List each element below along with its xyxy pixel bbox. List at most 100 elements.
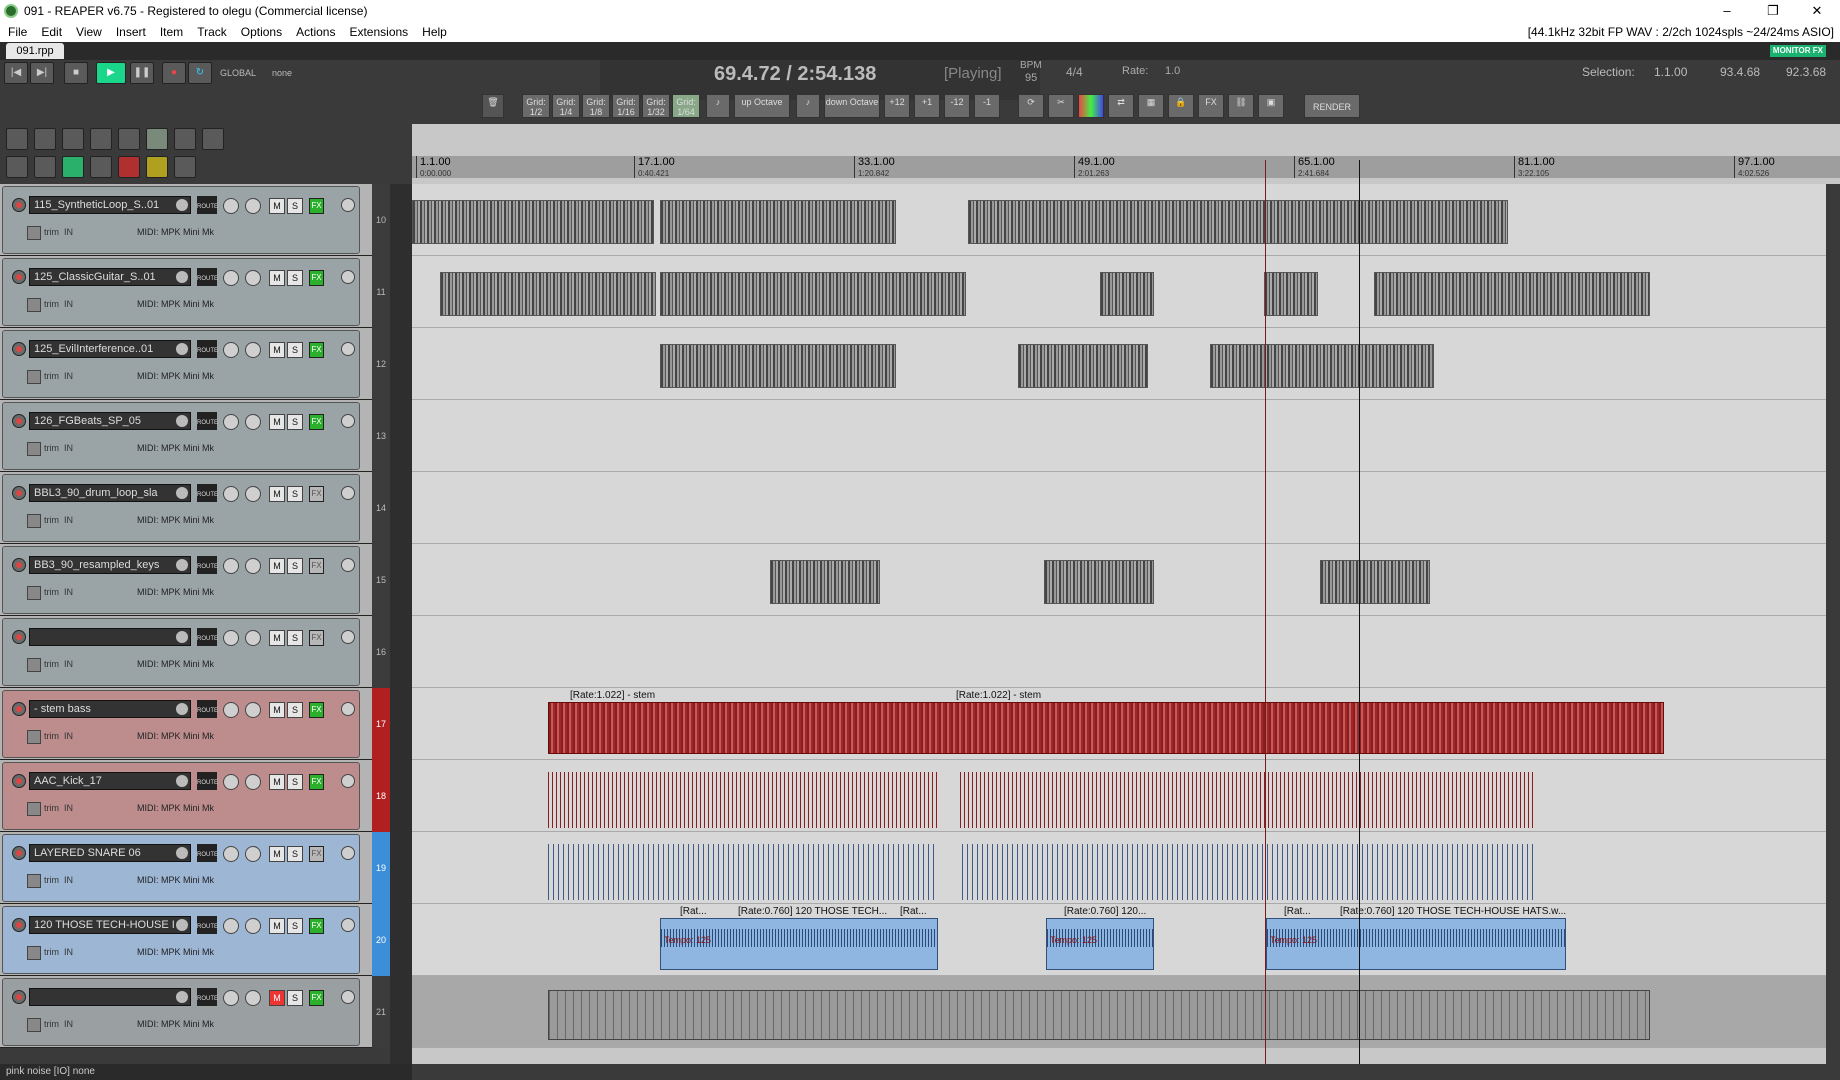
- global-automation-label[interactable]: GLOBAL: [220, 68, 256, 78]
- track-15[interactable]: BB3_90_resampled_keys ROUTE M S FX trim …: [0, 544, 372, 616]
- lane-10[interactable]: [412, 184, 1840, 256]
- record-arm-button[interactable]: [12, 774, 26, 788]
- project-tab[interactable]: 091.rpp: [6, 43, 64, 59]
- track-10[interactable]: 115_SyntheticLoop_S..01 ROUTE M S FX tri…: [0, 184, 372, 256]
- midi-icon[interactable]: [118, 156, 140, 178]
- envelope-icon[interactable]: [27, 585, 41, 600]
- media-item-kick[interactable]: [548, 772, 938, 828]
- render-button[interactable]: RENDER: [1304, 94, 1360, 118]
- track-volume-icon[interactable]: [176, 919, 188, 931]
- record-button[interactable]: ●: [162, 62, 186, 84]
- plus-one-button[interactable]: +1: [914, 94, 940, 118]
- cursor-icon[interactable]: [202, 128, 224, 150]
- envelope-icon[interactable]: [27, 1017, 41, 1032]
- media-item-snare[interactable]: [548, 844, 938, 900]
- media-item[interactable]: [1264, 272, 1318, 316]
- solo-button[interactable]: S: [287, 558, 303, 574]
- fx-chain-icon[interactable]: ⛓: [1228, 94, 1254, 118]
- menu-help[interactable]: Help: [415, 22, 454, 42]
- pan-knob[interactable]: [245, 558, 261, 574]
- fx-button[interactable]: FX: [309, 198, 324, 214]
- route-button[interactable]: ROUTE: [197, 556, 218, 574]
- menu-options[interactable]: Options: [234, 22, 289, 42]
- track-volume-icon[interactable]: [176, 343, 188, 355]
- phase-icon[interactable]: [341, 270, 355, 284]
- fx-button[interactable]: FX: [309, 702, 324, 718]
- midi-input[interactable]: MIDI: MPK Mini Mk: [137, 872, 214, 888]
- track-volume-icon[interactable]: [176, 559, 188, 571]
- envelope-icon[interactable]: [27, 297, 41, 312]
- volume-knob[interactable]: [223, 342, 239, 358]
- mute-button[interactable]: M: [269, 558, 285, 574]
- minus-twelve-button[interactable]: -12: [944, 94, 970, 118]
- pan-knob[interactable]: [245, 702, 261, 718]
- close-button[interactable]: ✕: [1794, 0, 1840, 22]
- midi-input[interactable]: MIDI: MPK Mini Mk: [137, 584, 214, 600]
- volume-knob[interactable]: [223, 558, 239, 574]
- pan-knob[interactable]: [245, 270, 261, 286]
- midi-input[interactable]: MIDI: MPK Mini Mk: [137, 944, 214, 960]
- solo-button[interactable]: S: [287, 918, 303, 934]
- track-name[interactable]: [29, 988, 191, 1006]
- fx-button[interactable]: FX: [1198, 94, 1224, 118]
- fx-button[interactable]: FX: [309, 558, 324, 574]
- solo-button[interactable]: S: [287, 342, 303, 358]
- fx-button[interactable]: FX: [309, 630, 324, 646]
- record-arm-button[interactable]: [12, 990, 26, 1004]
- track-name[interactable]: 126_FGBeats_SP_05: [29, 412, 191, 430]
- global-automation-value[interactable]: none: [272, 68, 292, 78]
- cut-icon[interactable]: ✂: [1048, 94, 1074, 118]
- vertical-scrollbar[interactable]: [1826, 184, 1840, 1066]
- track-volume-icon[interactable]: [176, 991, 188, 1003]
- volume-knob[interactable]: [223, 198, 239, 214]
- track-name[interactable]: BB3_90_resampled_keys: [29, 556, 191, 574]
- fx-button[interactable]: FX: [309, 774, 324, 790]
- lock-toggle-icon[interactable]: [90, 156, 112, 178]
- route-button[interactable]: ROUTE: [197, 268, 218, 286]
- midi-input[interactable]: MIDI: MPK Mini Mk: [137, 440, 214, 456]
- track-name[interactable]: 115_SyntheticLoop_S..01: [29, 196, 191, 214]
- auto-crossfade-icon[interactable]: [146, 156, 168, 178]
- plus-twelve-button[interactable]: +12: [884, 94, 910, 118]
- snap-icon[interactable]: [174, 128, 196, 150]
- record-arm-button[interactable]: [12, 702, 26, 716]
- pan-knob[interactable]: [245, 918, 261, 934]
- media-item[interactable]: [770, 560, 880, 604]
- lane-16[interactable]: [412, 616, 1840, 688]
- selection-start[interactable]: 1.1.00: [1654, 65, 1687, 79]
- record-arm-button[interactable]: [12, 270, 26, 284]
- group-icon[interactable]: ▦: [1138, 94, 1164, 118]
- record-arm-button[interactable]: [12, 342, 26, 356]
- mute-button[interactable]: M: [269, 774, 285, 790]
- phase-icon[interactable]: [341, 702, 355, 716]
- solo-button[interactable]: S: [287, 198, 303, 214]
- route-button[interactable]: ROUTE: [197, 340, 218, 358]
- route-button[interactable]: ROUTE: [197, 772, 218, 790]
- media-item[interactable]: [1018, 344, 1148, 388]
- media-item-kick[interactable]: [960, 772, 1534, 828]
- menu-insert[interactable]: Insert: [109, 22, 153, 42]
- selection-length[interactable]: 92.3.68: [1786, 65, 1826, 79]
- midi-input[interactable]: MIDI: MPK Mini Mk: [137, 368, 214, 384]
- color-icon[interactable]: [1078, 94, 1104, 118]
- volume-knob[interactable]: [223, 270, 239, 286]
- route-button[interactable]: ROUTE: [197, 844, 218, 862]
- media-item-hats[interactable]: Tempo: 125: [660, 918, 938, 970]
- solo-button[interactable]: S: [287, 414, 303, 430]
- track-17[interactable]: - stem bass ROUTE M S FX trim IN MIDI: M…: [0, 688, 372, 760]
- midi-input[interactable]: MIDI: MPK Mini Mk: [137, 656, 214, 672]
- media-item-hats[interactable]: Tempo: 125: [1266, 918, 1566, 970]
- midi-input[interactable]: MIDI: MPK Mini Mk: [137, 800, 214, 816]
- phase-icon[interactable]: [341, 918, 355, 932]
- menu-edit[interactable]: Edit: [34, 22, 69, 42]
- menu-track[interactable]: Track: [190, 22, 234, 42]
- pan-knob[interactable]: [245, 630, 261, 646]
- envelope-icon[interactable]: [27, 369, 41, 384]
- midi-input[interactable]: MIDI: MPK Mini Mk: [137, 1016, 214, 1032]
- mute-button[interactable]: M: [269, 918, 285, 934]
- solo-button[interactable]: S: [287, 702, 303, 718]
- volume-knob[interactable]: [223, 918, 239, 934]
- lane-11[interactable]: [412, 256, 1840, 328]
- selection-end[interactable]: 93.4.68: [1720, 65, 1760, 79]
- fx-button[interactable]: FX: [309, 486, 324, 502]
